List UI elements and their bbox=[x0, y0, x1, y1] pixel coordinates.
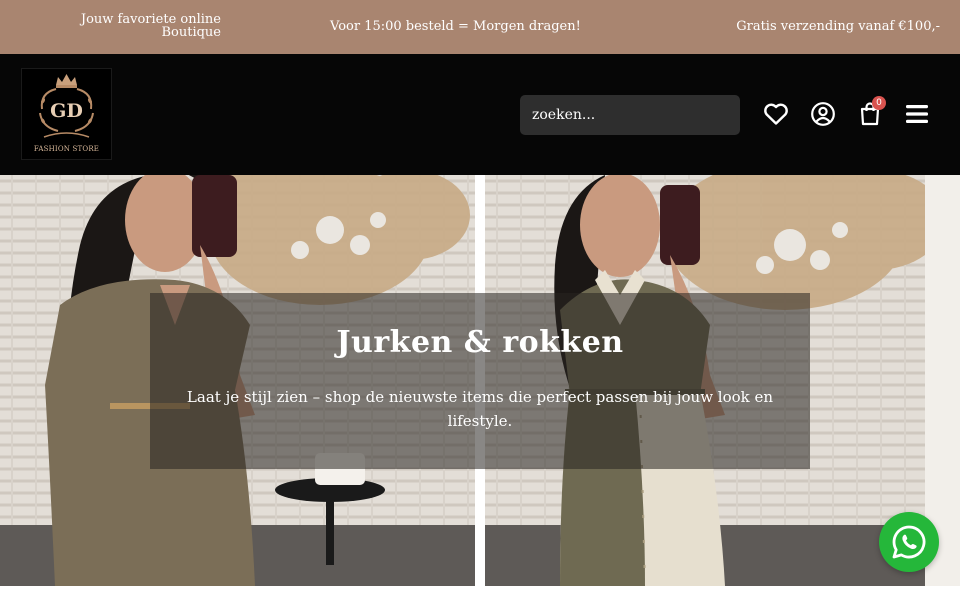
announcement-center: Voor 15:00 besteld = Morgen dragen! bbox=[330, 19, 581, 34]
account-button[interactable] bbox=[809, 100, 837, 128]
hero-banner[interactable]: Jurken & rokken Laat je stijl zien – sho… bbox=[0, 175, 960, 586]
store-logo[interactable]: GD FASHION STORE bbox=[21, 68, 112, 160]
site-header: GD FASHION STORE 0 bbox=[0, 54, 960, 175]
announcement-bar: Jouw favoriete online Boutique Voor 15:0… bbox=[0, 0, 960, 54]
logo-store-text: FASHION STORE bbox=[33, 145, 100, 153]
hero-title[interactable]: Jurken & rokken bbox=[150, 325, 810, 360]
user-icon bbox=[811, 102, 835, 126]
menu-button[interactable] bbox=[903, 100, 931, 128]
whatsapp-icon bbox=[892, 525, 926, 559]
page-bottom-strip bbox=[0, 586, 960, 600]
wishlist-button[interactable] bbox=[762, 100, 790, 128]
whatsapp-chat-button[interactable] bbox=[879, 512, 939, 572]
menu-icon bbox=[906, 105, 928, 123]
announcement-right: Gratis verzending vanaf €100,- bbox=[736, 19, 940, 34]
search-input[interactable] bbox=[520, 95, 740, 135]
hero-overlay: Jurken & rokken Laat je stijl zien – sho… bbox=[150, 293, 810, 469]
cart-count-badge: 0 bbox=[872, 96, 886, 110]
hero-subtitle: Laat je stijl zien – shop de nieuwste it… bbox=[186, 388, 774, 430]
heart-icon bbox=[764, 103, 788, 125]
announcement-left: Jouw favoriete online Boutique bbox=[21, 13, 221, 39]
logo-initials: GD bbox=[50, 100, 83, 122]
announcement-left-line2: Boutique bbox=[161, 25, 221, 40]
